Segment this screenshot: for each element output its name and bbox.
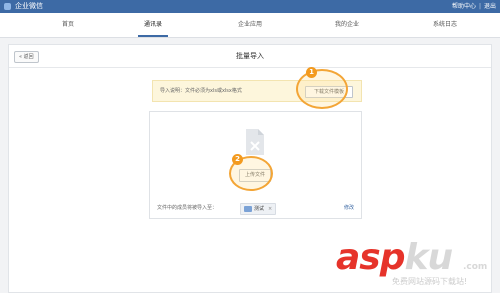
- page-title: 批量导入: [236, 52, 264, 60]
- import-target-label: 文件中的成员将被导入至：: [157, 205, 218, 211]
- department-name: 测试: [254, 206, 265, 212]
- notice-text: 导入说明：文件必须为xls或xlsx格式: [160, 88, 242, 94]
- callout-number-1: 1: [306, 67, 317, 78]
- help-link[interactable]: 帮助中心: [452, 1, 476, 12]
- watermark-dotcom: .com: [463, 262, 488, 272]
- link-separator: |: [478, 3, 481, 10]
- file-icon: [246, 129, 264, 155]
- tab-contacts[interactable]: 通讯录: [137, 13, 169, 37]
- watermark-logo: aspku: [336, 237, 453, 278]
- panel-header: « 返回 批量导入: [9, 45, 491, 68]
- tab-system-log[interactable]: 系统日志: [427, 13, 463, 37]
- folder-icon: [244, 206, 252, 212]
- app-title: 企业微信: [15, 2, 43, 10]
- tab-my-enterprise[interactable]: 我的企业: [329, 13, 365, 37]
- modify-link[interactable]: 修改: [344, 198, 354, 218]
- remove-department-icon[interactable]: ×: [268, 204, 272, 214]
- top-links: 帮助中心 | 退出: [452, 1, 496, 12]
- tab-home[interactable]: 首页: [56, 13, 80, 37]
- department-tag: 测试 ×: [240, 203, 277, 215]
- logout-link[interactable]: 退出: [484, 1, 496, 12]
- watermark-subtitle: 免费网站源码下载站!: [392, 277, 468, 286]
- main-nav: 首页 通讯录 企业应用 我的企业 系统日志: [0, 13, 500, 38]
- import-target-row: 文件中的成员将被导入至： 测试 × 修改: [150, 198, 361, 220]
- app-logo-icon: [4, 3, 11, 10]
- top-bar: 企业微信 帮助中心 | 退出: [0, 0, 500, 13]
- callout-number-2: 2: [232, 154, 243, 165]
- tab-apps[interactable]: 企业应用: [232, 13, 268, 37]
- callout-ring-1: [296, 69, 348, 109]
